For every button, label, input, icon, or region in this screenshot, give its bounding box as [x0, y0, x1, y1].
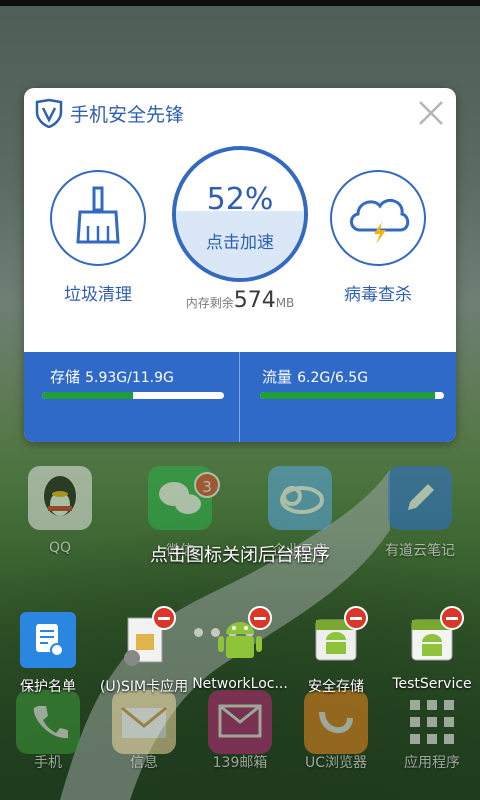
junk-clean-button[interactable]: 垃圾清理 [50, 170, 146, 305]
dock-uc-browser[interactable]: UC浏览器 [288, 690, 384, 786]
running-app-sim[interactable]: (U)SIM卡应用 [96, 606, 192, 695]
remove-icon[interactable] [152, 606, 176, 630]
uc-browser-icon [304, 690, 368, 754]
memory-unit: MB [275, 296, 295, 310]
dialog-title: 手机安全先锋 [70, 104, 185, 126]
storage-label: 存储 [50, 368, 81, 386]
note-pen-icon [388, 466, 452, 530]
message-icon [112, 690, 176, 754]
running-app-network-location[interactable]: NetworkLoc... [192, 606, 288, 692]
storage-progress [42, 392, 224, 399]
protect-list-icon [20, 612, 76, 668]
phone-icon [16, 690, 80, 754]
notification-badge: 3 [194, 472, 220, 498]
remove-icon[interactable] [248, 606, 272, 630]
storage-value: 5.93G/11.9G [85, 370, 174, 386]
qq-icon [28, 466, 92, 530]
dock-phone[interactable]: 手机 [0, 690, 96, 786]
app-label: TestService [392, 676, 472, 692]
traffic-progress-fill [260, 392, 435, 399]
usage-footer: 存储 5.93G/11.9G 流量 6.2G/6.5G [24, 352, 456, 442]
shield-logo-icon [35, 98, 63, 128]
cloud-icon [268, 466, 332, 530]
running-app-protect-list[interactable]: 保护名单 [0, 612, 96, 695]
virus-scan-button[interactable]: 病毒查杀 [330, 170, 426, 305]
traffic-value: 6.2G/6.5G [297, 370, 369, 386]
memory-value: 574 [233, 288, 276, 313]
app-label: 应用程序 [404, 755, 460, 771]
storage-stat: 存储 5.93G/11.9G [50, 366, 250, 387]
close-background-hint: 点击图标关闭后台程序 [150, 545, 330, 566]
boost-label: 点击加速 [206, 233, 274, 253]
boost-button[interactable]: 52% 点击加速 [172, 146, 308, 282]
traffic-label: 流量 [262, 368, 293, 386]
traffic-progress [260, 392, 444, 399]
app-drawer-icon [400, 690, 464, 754]
remove-icon[interactable] [344, 606, 368, 630]
dock-139-mail[interactable]: 139邮箱 [192, 690, 288, 786]
memory-remaining: 内存剩余574MB [24, 288, 456, 313]
dock-app-drawer[interactable]: 应用程序 [384, 690, 480, 786]
footer-divider [239, 352, 240, 442]
close-icon[interactable] [414, 96, 448, 130]
traffic-stat: 流量 6.2G/6.5G [262, 366, 456, 387]
status-bar [0, 0, 480, 6]
mail-139-icon [208, 690, 272, 754]
remove-icon[interactable] [440, 606, 464, 630]
dialog-header: 手机安全先锋 [24, 88, 456, 138]
dock-messages[interactable]: 信息 [96, 690, 192, 786]
storm-cloud-icon [330, 170, 426, 266]
broom-icon [50, 170, 146, 266]
security-dialog: 手机安全先锋 垃圾清理 52% 点击加速 病毒查杀 内存剩余574MB 存储 5… [24, 88, 456, 442]
memory-usage-percent: 52% [206, 182, 274, 217]
running-app-secure-storage[interactable]: 安全存储 [288, 606, 384, 695]
storage-progress-fill [42, 392, 133, 399]
memory-prefix: 内存剩余 [185, 296, 234, 310]
running-app-test-service[interactable]: TestService [384, 606, 480, 692]
